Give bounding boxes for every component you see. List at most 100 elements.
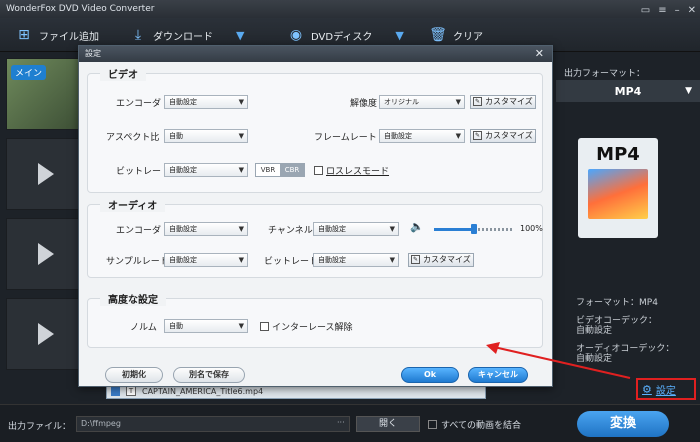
chevron-down-icon: ▼ (685, 86, 692, 96)
reset-button[interactable]: 初期化 (105, 367, 163, 383)
aspect-ratio-select[interactable]: 自動 ▼ (164, 129, 248, 143)
output-path-input[interactable]: D:\ffmpeg (76, 416, 350, 432)
audio-bitrate-value: 自動設定 (318, 256, 346, 264)
main-tag: メイン (11, 65, 47, 80)
audio-bitrate-select[interactable]: 自動設定 ▼ (313, 253, 399, 267)
deinterlace-checkbox[interactable]: インターレース解除 (260, 320, 353, 333)
lossless-checkbox-box[interactable] (314, 166, 323, 175)
norm-select[interactable]: 自動 ▼ (164, 319, 248, 333)
customize-label: カスタマイズ (485, 131, 533, 140)
open-button[interactable]: 開く (356, 416, 420, 432)
resolution-select[interactable]: オリジナル ▼ (379, 95, 465, 109)
subtitle-icon: T (126, 386, 136, 396)
browse-dots[interactable]: ··· (337, 416, 351, 432)
video-bitrate-select[interactable]: 自動設定 ▼ (164, 163, 248, 177)
framerate-label: フレームレート (314, 133, 377, 143)
cbr-option[interactable]: CBR (280, 164, 304, 176)
customize-icon: ✎ (473, 131, 482, 140)
dialog-titlebar: 設定 ✕ (79, 46, 552, 62)
video-section-title: ビデオ (100, 66, 146, 81)
bottom-bar: 出力ファイル： D:\ffmpeg ··· 開く すべての動画を結合 変換 (0, 404, 700, 442)
format-preview[interactable]: MP4 (578, 138, 658, 238)
video-thumbnail[interactable] (6, 138, 86, 210)
trash-icon: 🗑 (429, 27, 447, 43)
video-section: ビデオ エンコーダ 自動設定 ▼ 解像度 オリジナル ▼ ✎ カスタマイズ アスペク… (87, 66, 543, 193)
settings-link[interactable]: ⚙ 設定 (636, 378, 696, 400)
file-name: CAPTAIN_AMERICA_Title6.mp4 (142, 386, 264, 396)
aspect-ratio-label: アスペクト比 (106, 133, 160, 143)
framerate-customize-button[interactable]: ✎ カスタマイズ (470, 129, 536, 143)
output-file-label: 出力ファイル： (8, 422, 72, 432)
play-icon[interactable] (38, 243, 54, 265)
clear-label: クリア (453, 31, 483, 43)
channel-value: 自動設定 (318, 225, 346, 233)
volume-icon: 🔈 (410, 220, 424, 233)
framerate-select[interactable]: 自動設定 ▼ (379, 129, 465, 143)
audio-section-title: オーディオ (100, 197, 166, 212)
clear-button[interactable]: 🗑 クリア (428, 24, 483, 46)
arrow-head (486, 342, 500, 354)
customize-label: カスタマイズ (485, 97, 533, 106)
bitrate-mode-toggle[interactable]: VBR CBR (255, 163, 305, 177)
meta-video-codec-value: 自動設定 (576, 326, 613, 336)
file-checkbox[interactable] (111, 386, 120, 396)
lossless-checkbox[interactable]: ロスレスモード (314, 164, 389, 177)
app-titlebar: WonderFox DVD Video Converter ▭ ≡ – ✕ (0, 0, 700, 18)
advanced-section: 高度な設定 ノルム 自動 ▼ インターレース解除 (87, 291, 543, 348)
aspect-ratio-value: 自動 (169, 132, 183, 140)
play-icon[interactable] (38, 163, 54, 185)
convert-button[interactable]: 変換 (577, 411, 669, 437)
format-art-icon (588, 169, 648, 219)
output-format-label: 出力フォーマット： (564, 69, 646, 79)
norm-label: ノルム (130, 323, 157, 333)
output-format-select[interactable]: MP4 ▼ (556, 80, 700, 102)
samplerate-label: サンプルレート (106, 257, 169, 267)
video-bitrate-label: ビットレート (116, 167, 171, 177)
dvd-disc-button[interactable]: ◉ DVDディスク ▼ (286, 24, 404, 46)
chevron-down-icon: ▼ (238, 225, 244, 233)
gear-icon: ⚙ (642, 382, 652, 396)
chevron-down-icon: ▼ (238, 322, 244, 330)
chevron-down-icon: ▼ (238, 256, 244, 264)
add-file-label: ファイル追加 (39, 31, 99, 43)
merge-all-label: すべての動画を結合 (441, 421, 522, 431)
volume-slider-thumb[interactable] (471, 224, 477, 234)
audio-customize-button[interactable]: ✎ カスタマイズ (408, 253, 474, 267)
dvd-disc-label: DVDディスク (311, 31, 373, 43)
volume-percent: 100% (520, 224, 543, 233)
chevron-down-icon: ▼ (238, 98, 244, 106)
chevron-down-icon[interactable]: ▼ (236, 29, 244, 42)
video-thumbnail[interactable] (6, 218, 86, 290)
volume-slider-fill (434, 228, 474, 231)
download-button[interactable]: ⤓ ダウンロード ▼ (128, 24, 245, 46)
video-list: メイン (6, 58, 86, 388)
video-thumbnail[interactable]: メイン (6, 58, 86, 130)
customize-icon: ✎ (473, 97, 482, 106)
video-encoder-select[interactable]: 自動設定 ▼ (164, 95, 248, 109)
add-file-button[interactable]: ⊞ ファイル追加 (14, 24, 99, 46)
audio-encoder-select[interactable]: 自動設定 ▼ (164, 222, 248, 236)
resolution-customize-button[interactable]: ✎ カスタマイズ (470, 95, 536, 109)
dialog-title: 設定 (85, 49, 101, 58)
norm-value: 自動 (169, 322, 183, 330)
vbr-option[interactable]: VBR (256, 164, 280, 176)
deinterlace-checkbox-box[interactable] (260, 322, 269, 331)
advanced-section-title: 高度な設定 (100, 291, 166, 306)
output-format-value: MP4 (614, 84, 642, 98)
merge-checkbox-box[interactable] (428, 420, 437, 429)
add-file-icon: ⊞ (18, 27, 30, 43)
chevron-down-icon: ▼ (455, 98, 461, 106)
audio-customize-label: カスタマイズ (423, 255, 471, 264)
channel-select[interactable]: 自動設定 ▼ (313, 222, 399, 236)
close-icon[interactable]: ✕ (535, 46, 544, 62)
video-thumbnail[interactable] (6, 298, 86, 370)
arrow-line (493, 346, 631, 379)
settings-link-label: 設定 (655, 385, 676, 397)
play-icon[interactable] (38, 323, 54, 345)
merge-all-checkbox[interactable]: すべての動画を結合 (428, 418, 521, 431)
ok-button[interactable]: Ok (401, 367, 459, 383)
samplerate-select[interactable]: 自動設定 ▼ (164, 253, 248, 267)
settings-dialog: 設定 ✕ ビデオ エンコーダ 自動設定 ▼ 解像度 オリジナル ▼ ✎ カスタマイズ… (78, 45, 553, 387)
save-as-button[interactable]: 別名で保存 (173, 367, 245, 383)
chevron-down-icon[interactable]: ▼ (395, 29, 403, 42)
